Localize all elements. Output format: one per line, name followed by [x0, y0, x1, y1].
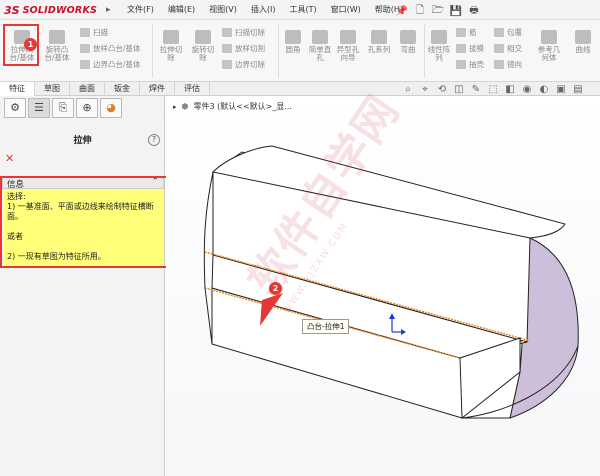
- feature-tooltip: 凸台-拉伸1: [302, 319, 350, 334]
